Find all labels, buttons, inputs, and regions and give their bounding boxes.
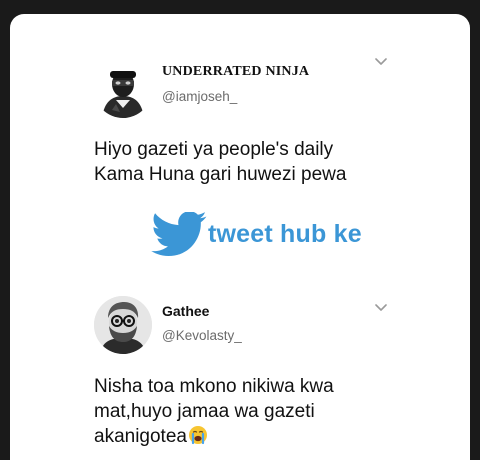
display-name[interactable]: UNDERRATED NINJA — [162, 64, 309, 80]
ninja-avatar-icon — [94, 60, 152, 118]
bird-icon — [151, 212, 207, 257]
tweet-text-line: Kama Huna gari huwezi pewa — [94, 164, 347, 185]
tweet-text: Hiyo gazeti ya people's daily Kama Huna … — [94, 137, 454, 187]
chevron-down-icon[interactable] — [374, 57, 388, 67]
tweet-text: Nisha toa mkono nikiwa kwa mat,huyo jama… — [94, 374, 454, 449]
display-name[interactable]: Gathee — [162, 303, 209, 319]
watermark: tweet hub ke — [150, 212, 390, 260]
user-handle[interactable]: @iamjoseh_ — [162, 89, 237, 104]
user-handle[interactable]: @Kevolasty_ — [162, 328, 242, 343]
avatar[interactable] — [94, 296, 152, 354]
tweet-screenshot-card: UNDERRATED NINJA @iamjoseh_ Hiyo gazeti … — [10, 14, 470, 460]
tweet-text-line: mat,huyo jamaa wa gazeti — [94, 401, 315, 422]
tweet-text-segment: akanigotea — [94, 426, 187, 447]
crying-face-icon — [188, 426, 207, 445]
person-avatar-icon — [94, 296, 152, 354]
avatar[interactable] — [94, 60, 152, 118]
watermark-text: tweet hub ke — [208, 220, 362, 248]
chevron-down-icon[interactable] — [374, 303, 388, 313]
tweet-text-line: Hiyo gazeti ya people's daily — [94, 139, 334, 160]
tweet-text-line: akanigotea — [94, 424, 454, 449]
tweet-text-line: Nisha toa mkono nikiwa kwa — [94, 376, 334, 397]
